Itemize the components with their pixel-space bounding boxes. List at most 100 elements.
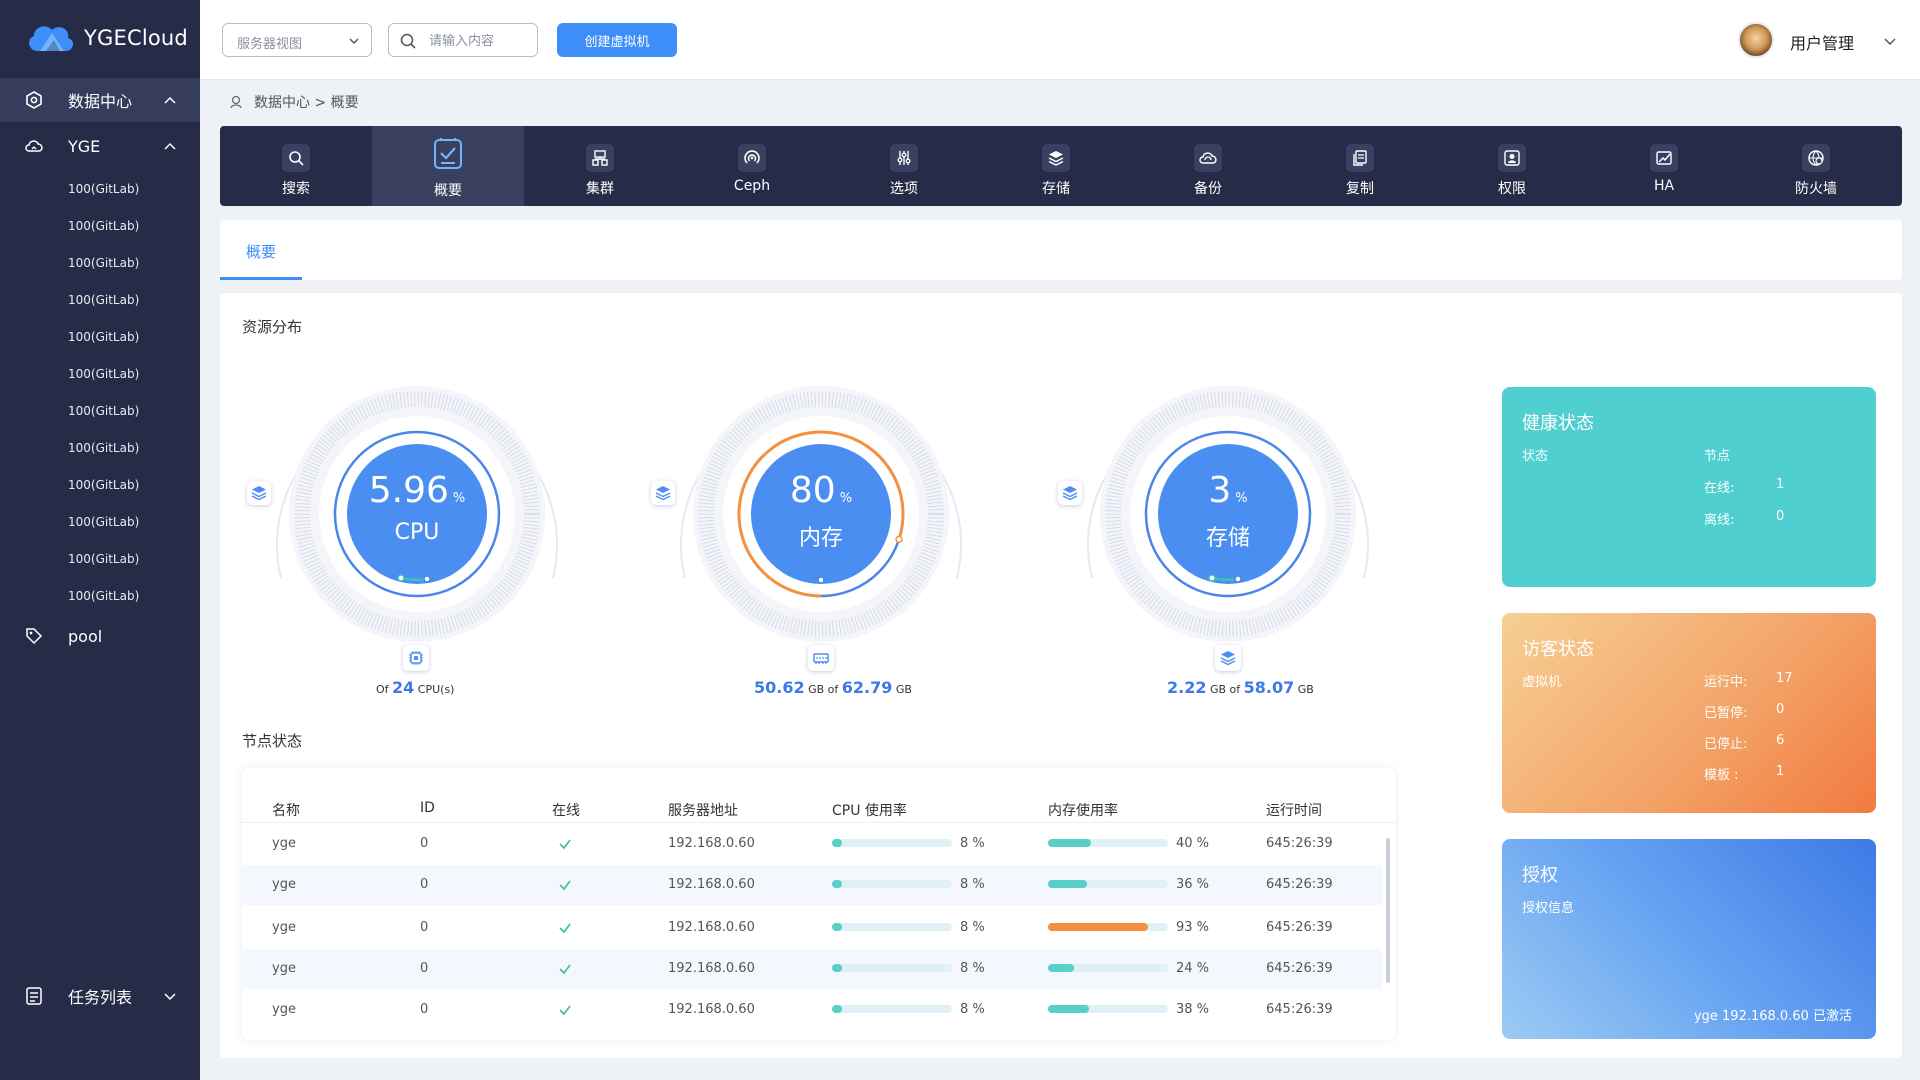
top-header: 服务器视图 创建虚拟机 用户管理: [200, 0, 1920, 80]
memory-gauge-graphic: [680, 386, 962, 642]
check-icon: [559, 880, 571, 891]
sidebar-item-label: 数据中心: [68, 92, 133, 111]
toolbar-item-cluster[interactable]: 集群: [524, 126, 676, 206]
cell-address: 192.168.0.60: [668, 920, 755, 935]
toolbar-item-search[interactable]: 搜索: [220, 126, 372, 206]
toolbar-item-storage[interactable]: 存储: [980, 126, 1132, 206]
sidebar: YGECloud 数据中心 YGE 100(GitLab) 100(GitLab…: [0, 0, 200, 1080]
table-row[interactable]: yge 0 192.168.0.60 8 % 40 % 645:26:39: [242, 824, 1382, 864]
create-vm-button[interactable]: 创建虚拟机: [557, 23, 677, 57]
chevron-down-icon[interactable]: [1882, 33, 1898, 49]
storage-gauge-graphic: [1087, 386, 1369, 642]
cell-name: yge: [272, 836, 296, 851]
toolbar-item-replicate[interactable]: 复制: [1284, 126, 1436, 206]
cell-name: yge: [272, 961, 296, 976]
chevron-up-icon[interactable]: [162, 92, 178, 108]
toolbar-item-options[interactable]: 选项: [828, 126, 980, 206]
tab-summary[interactable]: 概要: [220, 220, 302, 280]
avatar[interactable]: [1738, 22, 1774, 58]
memory-total-unit: GB: [895, 683, 912, 696]
storage-total-unit: GB: [1297, 683, 1314, 696]
view-select[interactable]: 服务器视图: [222, 23, 372, 57]
storage-gauge-value: 3%: [1078, 470, 1378, 511]
sidebar-subitem[interactable]: 100(GitLab): [68, 478, 139, 492]
memory-usage-info: 50.62 GB of 62.79 GB: [754, 678, 912, 697]
cpu-of-prefix: Of: [376, 683, 389, 696]
sidebar-subitem[interactable]: 100(GitLab): [68, 441, 139, 455]
backup-icon: [1194, 144, 1222, 172]
user-menu-label[interactable]: 用户管理: [1790, 30, 1854, 54]
search-icon: [282, 144, 310, 172]
storage-usage-info: 2.22 GB of 58.07 GB: [1167, 678, 1314, 697]
sidebar-subitem[interactable]: 100(GitLab): [68, 330, 139, 344]
tab-bar: 概要: [220, 220, 1902, 280]
node-status-table: 名称 ID 在线 服务器地址 CPU 使用率 内存使用率 运行时间 yge 0 …: [242, 768, 1396, 1040]
sidebar-subitem[interactable]: 100(GitLab): [68, 367, 139, 381]
toolbar-item-label: 备份: [1194, 181, 1222, 197]
toolbar-item-ha[interactable]: HA: [1588, 126, 1740, 206]
storage-gauge: 3% 存储: [1078, 364, 1378, 664]
toolbar-item-firewall[interactable]: 防火墙: [1740, 126, 1892, 206]
cpu-count-unit: CPU(s): [417, 683, 455, 696]
table-row[interactable]: yge 0 192.168.0.60 8 % 38 % 645:26:39: [242, 990, 1382, 1030]
search-box[interactable]: [388, 23, 538, 57]
sidebar-subitem[interactable]: 100(GitLab): [68, 256, 139, 270]
permission-icon: [1498, 144, 1526, 172]
chevron-down-icon[interactable]: [162, 988, 178, 1004]
sidebar-subitem[interactable]: 100(GitLab): [68, 219, 139, 233]
sidebar-item-yge[interactable]: YGE: [0, 124, 200, 168]
table-row[interactable]: yge 0 192.168.0.60 8 % 93 % 645:26:39: [242, 908, 1382, 948]
cell-cpu-usage: 8 %: [960, 920, 985, 935]
sidebar-item-label: pool: [68, 626, 103, 646]
column-header-name: 名称: [272, 803, 300, 819]
memory-gauge: 80% 内存: [671, 364, 971, 664]
table-row[interactable]: yge 0 192.168.0.60 8 % 24 % 645:26:39: [242, 949, 1382, 989]
sidebar-subitem[interactable]: 100(GitLab): [68, 182, 139, 196]
sidebar-subitem[interactable]: 100(GitLab): [68, 293, 139, 307]
toolbar-item-label: 搜索: [282, 181, 310, 197]
toolbar-item-ceph[interactable]: Ceph: [676, 126, 828, 206]
toolbar-item-label: 集群: [586, 181, 614, 197]
toolbar-item-permission[interactable]: 权限: [1436, 126, 1588, 206]
toolbar-item-backup[interactable]: 备份: [1132, 126, 1284, 206]
node-section-title: 节点状态: [242, 732, 303, 750]
search-input[interactable]: [429, 31, 529, 51]
storage-percent-unit: %: [1235, 491, 1248, 506]
cpu-gauge-label: CPU: [394, 520, 440, 545]
chevron-up-icon[interactable]: [162, 138, 178, 154]
sidebar-item-label: 任务列表: [68, 988, 133, 1007]
visitor-template-label: 模板 :: [1704, 768, 1739, 783]
sidebar-subitem[interactable]: 100(GitLab): [68, 552, 139, 566]
health-online-value: 1: [1776, 477, 1785, 492]
cell-id: 0: [420, 836, 429, 851]
app-logo[interactable]: YGECloud: [24, 18, 188, 58]
check-icon: [559, 1005, 571, 1016]
cell-cpu-usage: 8 %: [960, 836, 985, 851]
table-scrollbar[interactable]: [1386, 838, 1390, 983]
cell-name: yge: [272, 920, 296, 935]
memory-percent-unit: %: [839, 491, 853, 506]
cpu-usage-bar: [832, 964, 952, 972]
cpu-usage-bar: [832, 880, 952, 888]
sidebar-subitem[interactable]: 100(GitLab): [68, 404, 139, 418]
storage-layer-icon: [1058, 481, 1082, 505]
cpu-usage-bar: [832, 839, 952, 847]
cell-memory-usage: 36 %: [1176, 877, 1210, 892]
toolbar-item-summary[interactable]: 概要: [372, 126, 524, 206]
memory-usage-bar: [1048, 964, 1168, 972]
sidebar-subitem[interactable]: 100(GitLab): [68, 589, 139, 603]
storage-used: 2.22: [1167, 678, 1207, 697]
cell-cpu-usage: 8 %: [960, 877, 985, 892]
sidebar-subitem[interactable]: 100(GitLab): [68, 515, 139, 529]
sidebar-item-datacenter[interactable]: 数据中心: [0, 78, 200, 122]
cpu-usage-bar: [832, 923, 952, 931]
cell-cpu-usage: 8 %: [960, 961, 985, 976]
cell-uptime: 645:26:39: [1266, 836, 1333, 851]
license-status-text: yge 192.168.0.60 已激活: [1693, 1009, 1852, 1024]
column-header-online: 在线: [552, 803, 580, 819]
visitor-stopped-value: 6: [1776, 733, 1785, 748]
table-row[interactable]: yge 0 192.168.0.60 8 % 36 % 645:26:39: [242, 865, 1382, 905]
sidebar-item-tasks[interactable]: 任务列表: [0, 974, 200, 1018]
license-card-title: 授权: [1522, 865, 1558, 886]
sidebar-item-pool[interactable]: pool: [0, 614, 200, 658]
